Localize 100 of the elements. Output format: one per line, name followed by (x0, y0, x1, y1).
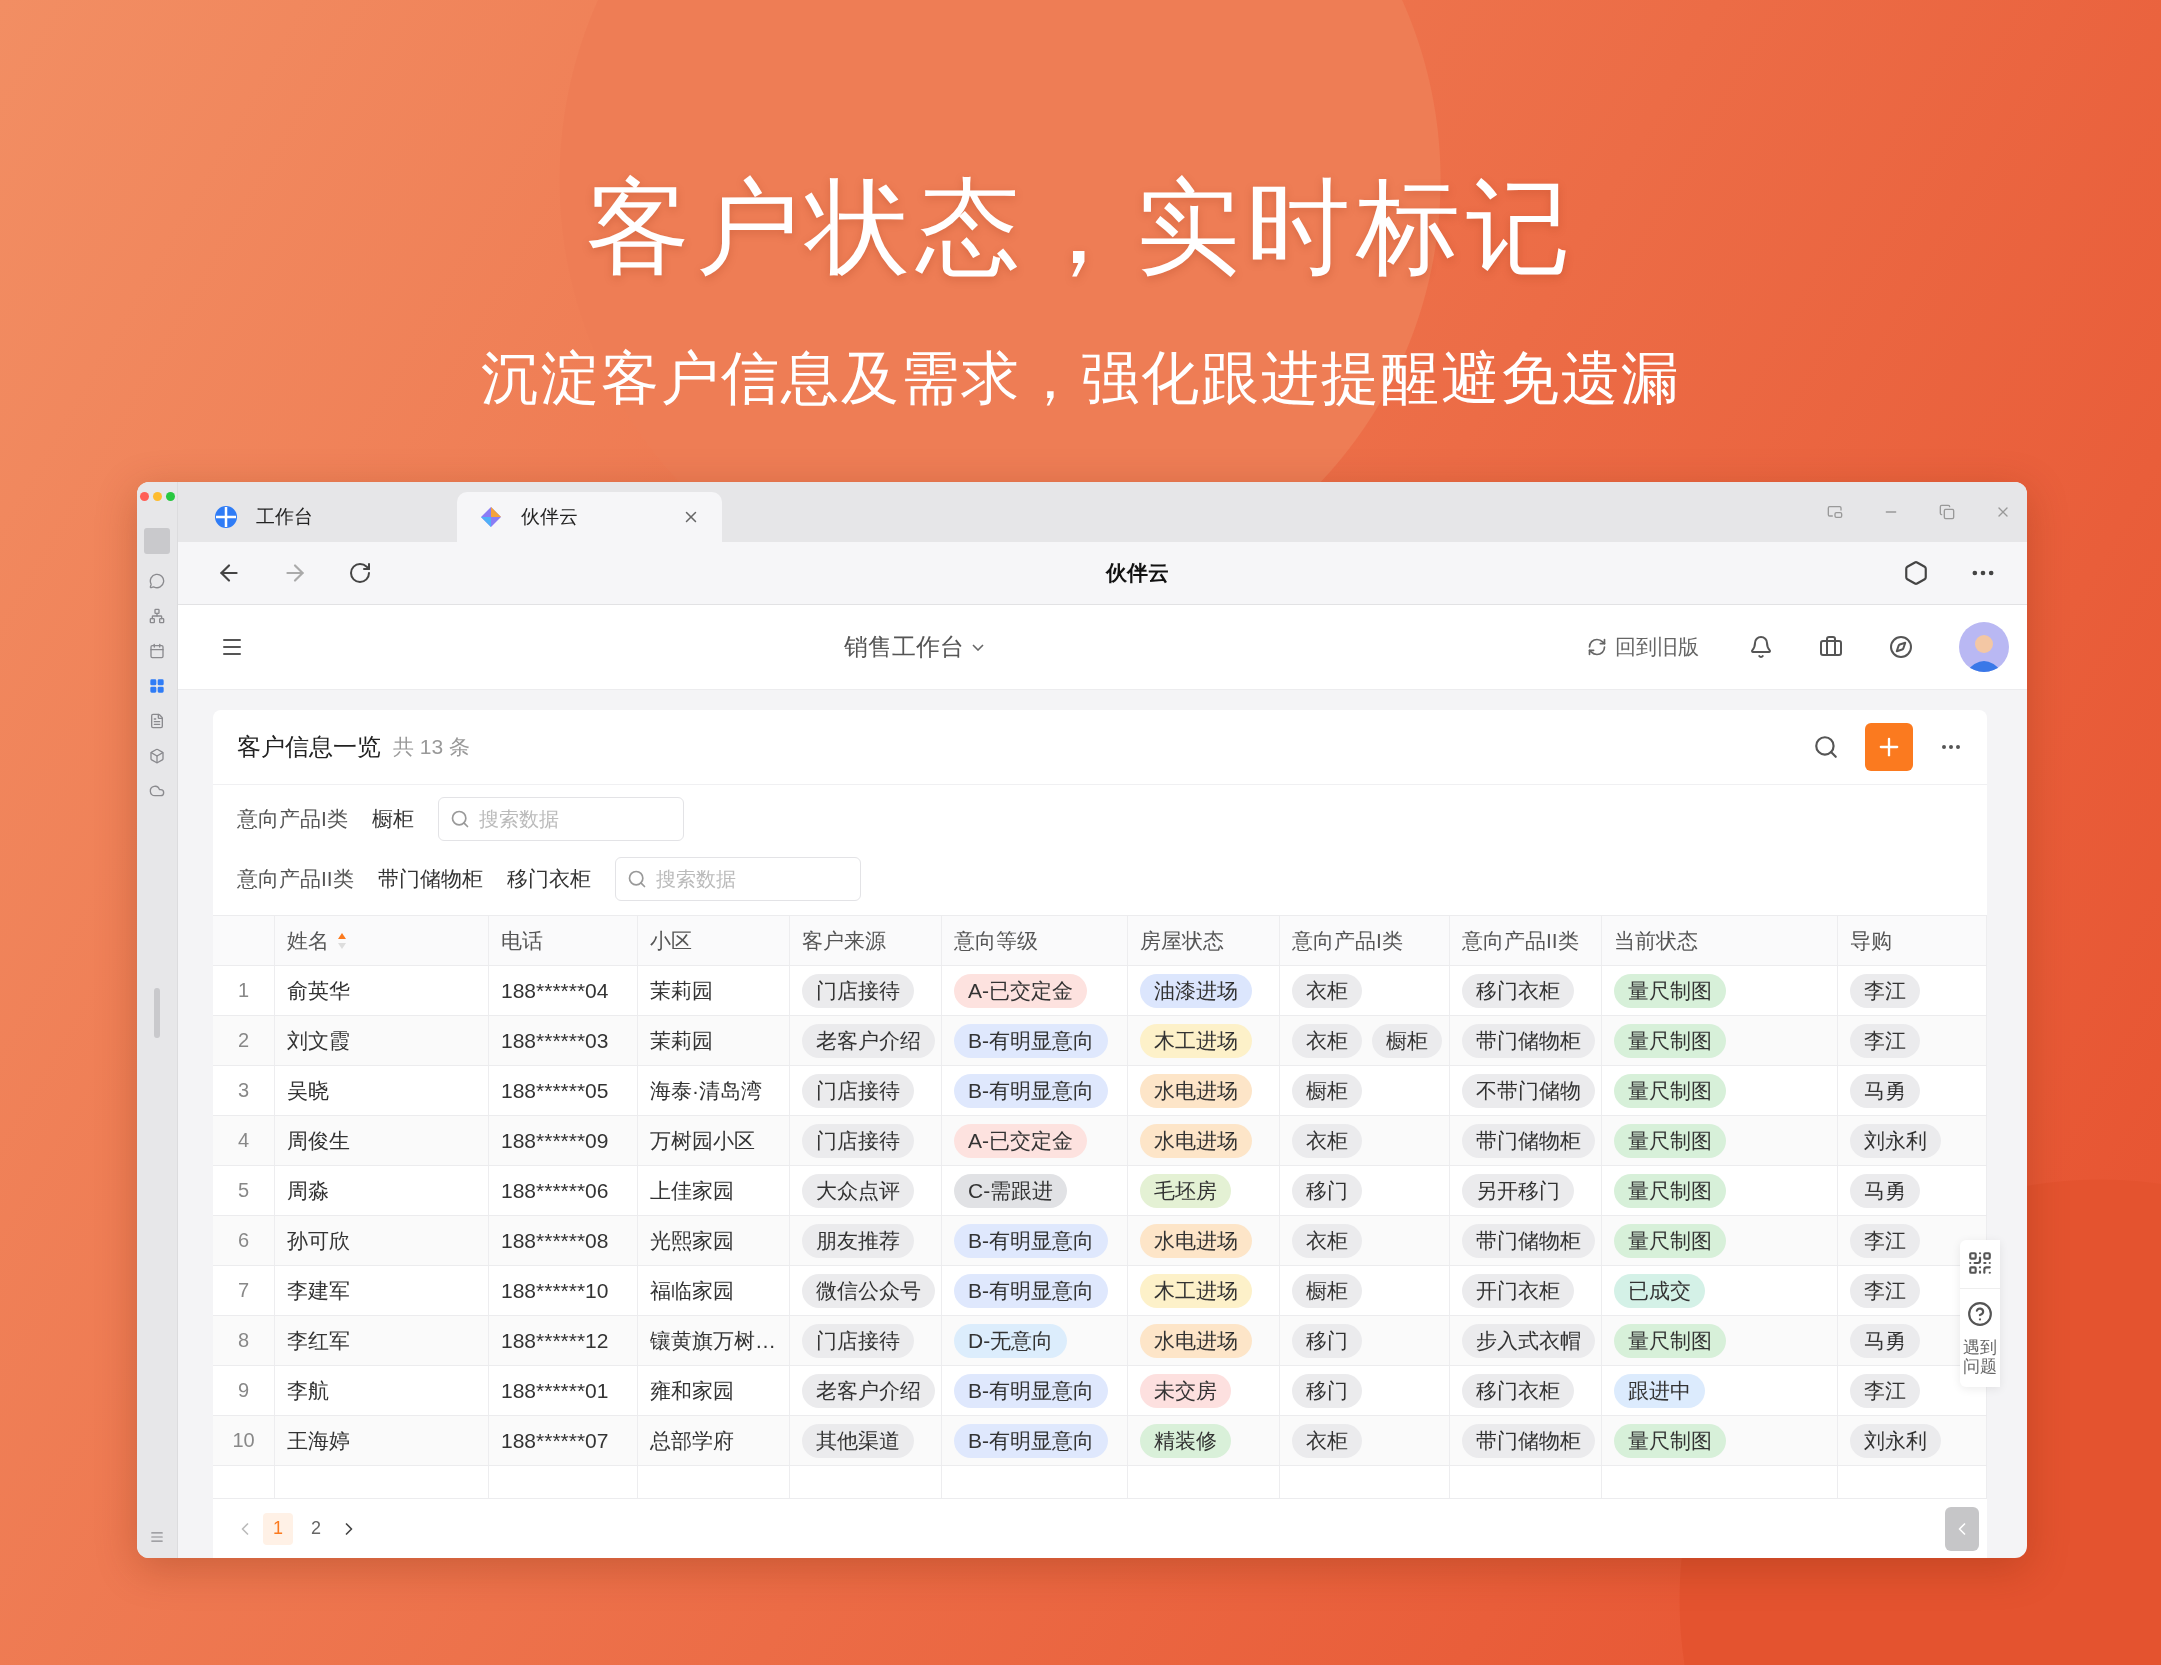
calendar-icon[interactable] (149, 643, 165, 660)
record-count: 共 13 条 (393, 734, 471, 761)
table-tag: 大众点评 (802, 1173, 914, 1208)
table-tag: 马勇 (1850, 1323, 1920, 1358)
table-tag: 李江 (1850, 973, 1920, 1008)
table-tag: 带门储物柜 (1462, 1023, 1595, 1058)
row-number: 9 (237, 1379, 250, 1403)
hero-subtitle: 沉淀客户信息及需求，强化跟进提醒避免遗漏 (480, 346, 1681, 411)
row-number: 3 (237, 1079, 250, 1103)
table-tag: 油漆进场 (1140, 973, 1252, 1008)
table-tag: A-已交定金 (954, 973, 1087, 1008)
table-cell-text: 总部学府 (650, 1427, 734, 1454)
sort-icon[interactable] (337, 931, 347, 950)
table-cell: 188******08 (501, 1228, 609, 1253)
table-tag: 量尺制图 (1614, 1223, 1726, 1258)
table-tag: 另开移门 (1462, 1173, 1574, 1208)
search-field[interactable]: 搜索数据 (437, 797, 684, 842)
column-header[interactable]: 房屋状态 (1140, 926, 1224, 955)
table-cell-text: 上佳家园 (650, 1177, 734, 1204)
search-field[interactable]: 搜索数据 (614, 857, 861, 902)
row-number: 2 (237, 1029, 250, 1053)
table-cell: 188******07 (501, 1428, 609, 1453)
column-header[interactable]: 电话 (501, 926, 543, 955)
table-cell-text: 李建军 (287, 1277, 350, 1304)
org-chart-icon[interactable] (149, 608, 165, 625)
table-tag: 跟进中 (1614, 1373, 1705, 1408)
table-tag: 衣柜 (1292, 1123, 1362, 1158)
table-tag: 毛坯房 (1140, 1173, 1231, 1208)
table-cell-text: 吴晓 (287, 1077, 329, 1104)
hexagon-icon[interactable] (1903, 560, 1929, 587)
table-tag: 老客户介绍 (802, 1373, 935, 1408)
table-tag: 带门储物柜 (1462, 1423, 1595, 1458)
page-button[interactable]: 2 (301, 1512, 331, 1545)
help-icon[interactable] (1967, 1301, 1993, 1328)
table-tag: 李江 (1850, 1273, 1920, 1308)
collapse-button[interactable] (1945, 1507, 1979, 1552)
table-tag: 门店接待 (802, 973, 914, 1008)
chat-icon[interactable] (149, 573, 165, 590)
column-header[interactable]: 客户来源 (802, 926, 886, 955)
table-tag: A-已交定金 (954, 1123, 1087, 1158)
filter-option[interactable]: 带门储物柜 (377, 865, 483, 894)
table-tag: 量尺制图 (1614, 1323, 1726, 1358)
table-tag: 门店接待 (802, 1073, 914, 1108)
table-tag: 量尺制图 (1614, 1123, 1726, 1158)
row-number: 8 (237, 1329, 250, 1353)
column-header[interactable]: 导购 (1850, 926, 1892, 955)
table-tag: 量尺制图 (1614, 1073, 1726, 1108)
table-tag: 开门衣柜 (1462, 1273, 1574, 1308)
table-tag: 移门 (1292, 1373, 1362, 1408)
table-cell: 188******04 (501, 978, 609, 1003)
table-tag: 衣柜 (1292, 1223, 1362, 1258)
table-tag: 马勇 (1850, 1173, 1920, 1208)
scroll-thumb (154, 988, 160, 1039)
old-version-link[interactable]: 回到旧版 (1583, 629, 1703, 666)
filter-option[interactable]: 橱柜 (371, 805, 414, 834)
filter-option[interactable]: 移门衣柜 (506, 865, 591, 894)
table-tag: 门店接待 (802, 1323, 914, 1358)
avatar[interactable] (1959, 622, 2009, 673)
reload-icon[interactable] (348, 561, 372, 586)
column-header[interactable]: 当前状态 (1614, 926, 1698, 955)
row-number: 1 (237, 979, 250, 1003)
qr-code-icon[interactable] (1967, 1250, 1993, 1277)
search-icon[interactable] (1813, 734, 1839, 761)
picture-in-picture-icon[interactable] (1827, 504, 1843, 521)
restore-icon[interactable] (1939, 504, 1955, 521)
table-tag: 橱柜 (1372, 1023, 1442, 1058)
table-tag: B-有明显意向 (954, 1023, 1108, 1058)
table-cell: 188******05 (501, 1078, 609, 1103)
table-tag: 移门 (1292, 1173, 1362, 1208)
column-header[interactable]: 意向产品II类 (1462, 926, 1579, 955)
browser-tab[interactable]: 伙伴云 (457, 492, 722, 543)
swap-icon (1587, 637, 1607, 658)
column-header[interactable]: 小区 (650, 926, 692, 955)
window-controls-icon[interactable] (139, 492, 175, 502)
workspace-dropdown[interactable]: 销售工作台 (833, 625, 994, 670)
table-cell-text: 刘文霞 (287, 1027, 350, 1054)
help-label[interactable]: 遇到问题 (1963, 1339, 1997, 1377)
document-icon[interactable] (149, 713, 165, 730)
column-header[interactable]: 意向等级 (954, 926, 1038, 955)
cube-icon[interactable] (149, 748, 165, 765)
table-tag: 衣柜 (1292, 1023, 1362, 1058)
page-title: 伙伴云 (1104, 560, 1170, 587)
bell-icon[interactable] (1749, 635, 1773, 660)
compass-icon[interactable] (1889, 635, 1913, 660)
table-tag: 马勇 (1850, 1073, 1920, 1108)
table-tag: 量尺制图 (1614, 1423, 1726, 1458)
grid-icon[interactable] (149, 678, 165, 695)
table-cell-text: 海泰·清岛湾 (650, 1077, 762, 1104)
table-cell-text: 周俊生 (287, 1127, 350, 1154)
table-cell: 188******10 (501, 1278, 609, 1303)
column-header[interactable]: 意向产品I类 (1292, 926, 1403, 955)
search-icon (449, 809, 470, 830)
browser-tab[interactable]: 工作台 (192, 492, 447, 543)
add-button[interactable] (1865, 723, 1913, 772)
table-cell-text: 李航 (287, 1377, 329, 1404)
column-header[interactable]: 姓名 (287, 926, 347, 955)
table-tag: 水电进场 (1140, 1223, 1252, 1258)
table-tag: 移门衣柜 (1462, 1373, 1574, 1408)
table-cell-text: 万树园小区 (650, 1127, 755, 1154)
table-tag: B-有明显意向 (954, 1223, 1108, 1258)
